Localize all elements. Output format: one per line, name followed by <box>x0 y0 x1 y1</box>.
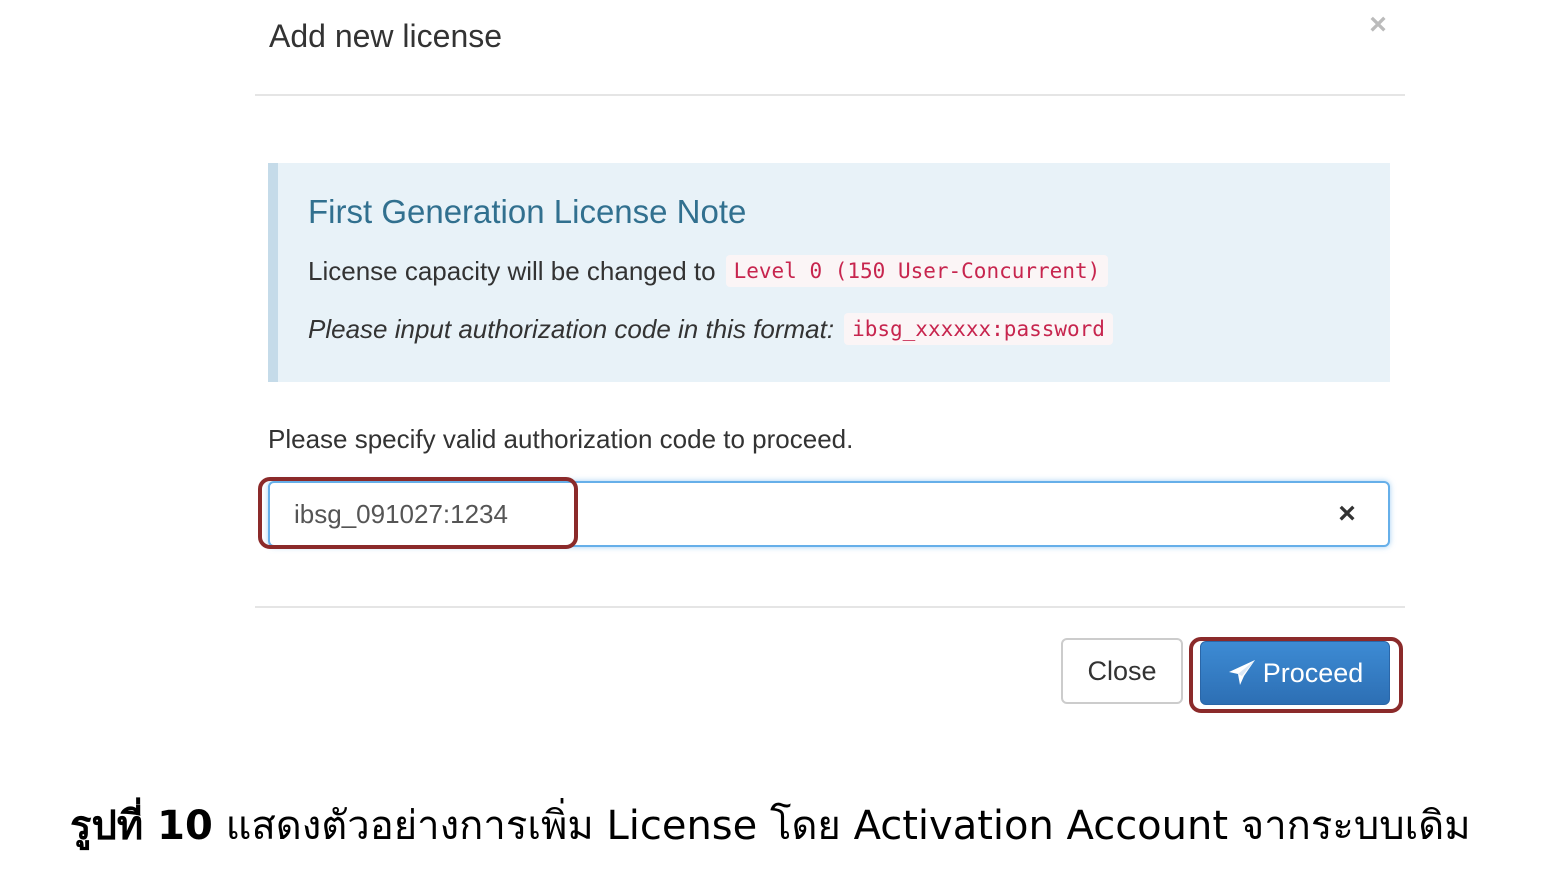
auth-code-hint: Please specify valid authorization code … <box>268 424 854 454</box>
add-license-dialog: Add new license × First Generation Licen… <box>255 0 1405 740</box>
dialog-title: Add new license <box>269 18 503 54</box>
figure-caption: รูปที่ 10 แสดงตัวอย่างการเพิ่ม License โ… <box>70 793 1471 857</box>
format-code: ibsg_xxxxxx:password <box>844 313 1113 345</box>
note-capacity-text: License capacity will be changed to <box>308 255 716 286</box>
dialog-close-icon[interactable]: × <box>1365 10 1391 40</box>
proceed-label: Proceed <box>1262 657 1364 688</box>
license-note-panel: First Generation License Note License ca… <box>268 163 1390 382</box>
auth-code-field: × <box>268 481 1390 547</box>
paper-plane-icon <box>1228 660 1255 685</box>
auth-code-input[interactable] <box>294 493 1294 535</box>
dialog-header: Add new license × <box>255 0 1405 96</box>
caption-label: รูปที่ 10 <box>70 803 213 849</box>
clear-input-icon[interactable]: × <box>1332 497 1362 531</box>
footer-divider <box>255 606 1405 608</box>
note-capacity-line: License capacity will be changed to Leve… <box>308 255 1109 287</box>
note-format-text: Please input authorization code in this … <box>308 313 835 344</box>
close-button[interactable]: Close <box>1061 638 1183 704</box>
capacity-code: Level 0 (150 User-Concurrent) <box>725 255 1109 287</box>
note-format-line: Please input authorization code in this … <box>308 313 1113 345</box>
proceed-button[interactable]: Proceed <box>1200 641 1390 705</box>
caption-text: แสดงตัวอย่างการเพิ่ม License โดย Activat… <box>225 803 1471 849</box>
note-title: First Generation License Note <box>308 193 747 230</box>
